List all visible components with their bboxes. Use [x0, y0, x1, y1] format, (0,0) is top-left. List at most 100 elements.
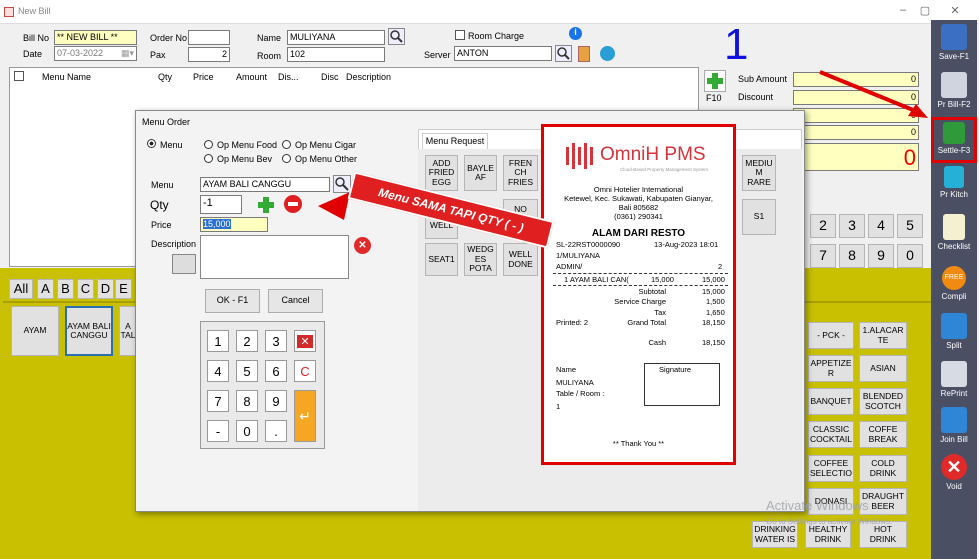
print-kitchen-button[interactable]: Pr Kitch	[931, 166, 977, 199]
key-dot[interactable]: .	[265, 420, 287, 442]
radio-op-food[interactable]	[204, 140, 213, 149]
menu-field[interactable]: AYAM BALI CANGGU	[200, 177, 330, 192]
keyboard-icon[interactable]	[172, 254, 196, 274]
key-1[interactable]: 1	[207, 330, 229, 352]
letter-a[interactable]: A	[37, 279, 54, 299]
bg-key-5[interactable]: 5	[897, 214, 923, 238]
minimize-button[interactable]: –	[893, 4, 913, 18]
calendar-icon[interactable]: ▦▾	[121, 48, 134, 59]
key-2[interactable]: 2	[236, 330, 258, 352]
bg-key-7[interactable]: 7	[810, 244, 836, 268]
key-3[interactable]: 3	[265, 330, 287, 352]
cat-classic-cocktail[interactable]: CLASSIC COCKTAIL	[808, 421, 854, 448]
date-field[interactable]: 07-03-2022 ▦▾	[54, 46, 137, 61]
select-all-checkbox[interactable]	[14, 71, 24, 81]
search-guest-icon[interactable]	[388, 28, 405, 45]
key-0[interactable]: 0	[236, 420, 258, 442]
settle-button[interactable]: Settle-F3	[931, 117, 977, 163]
req-medium-rare[interactable]: MEDIU M RARE	[742, 155, 776, 191]
req-s1[interactable]: S1	[742, 199, 776, 235]
cancel-button[interactable]: Cancel	[268, 289, 323, 313]
radio-op-other[interactable]	[282, 154, 291, 163]
room-field[interactable]: 102	[287, 47, 385, 62]
cat-banquet[interactable]: BANQUET	[808, 388, 854, 415]
server-field[interactable]: ANTON	[454, 46, 552, 61]
print-bill-button[interactable]: Pr Bill-F2	[931, 72, 977, 109]
name-field[interactable]: MULIYANA	[287, 30, 385, 45]
clear-description-icon[interactable]: ✕	[354, 237, 371, 254]
letter-e[interactable]: E	[115, 279, 132, 299]
clipboard-icon[interactable]	[578, 46, 590, 62]
checklist-button[interactable]: Checklist	[931, 214, 977, 251]
receipt-pax: 2	[718, 262, 723, 271]
backspace-key[interactable]: ✕	[294, 330, 316, 352]
key-7[interactable]: 7	[207, 390, 229, 412]
radio-op-cigar[interactable]	[282, 140, 291, 149]
req-well-done[interactable]: WELL DONE	[503, 243, 538, 276]
bg-key-9[interactable]: 9	[868, 244, 894, 268]
req-bayleaf[interactable]: BAYLE AF	[464, 155, 497, 191]
info-icon[interactable]: i	[569, 27, 582, 40]
key-6[interactable]: 6	[265, 360, 287, 382]
qty-plus-icon[interactable]	[256, 195, 276, 215]
room-charge-checkbox[interactable]	[455, 30, 465, 40]
req-french-fries[interactable]: FREN CH FRIES	[503, 155, 538, 191]
key-9[interactable]: 9	[265, 390, 287, 412]
cat-asian[interactable]: ASIAN	[859, 355, 907, 382]
order-no-field[interactable]	[188, 30, 230, 45]
req-seat1[interactable]: SEAT1	[425, 243, 458, 276]
qty-field[interactable]: -1	[200, 195, 242, 214]
cat-coffee-selection[interactable]: COFFEE SELECTIO	[808, 455, 854, 482]
join-bill-button[interactable]: Join Bill	[931, 407, 977, 444]
reprint-button[interactable]: RePrint	[931, 361, 977, 398]
cat-pck[interactable]: - PCK -	[808, 322, 854, 349]
radio-op-other-label: Op Menu Other	[295, 154, 358, 164]
menu-tile-ayam-bali-canggu[interactable]: AYAM BALI CANGGU	[65, 306, 113, 356]
qty-minus-icon[interactable]	[284, 195, 302, 213]
refresh-icon[interactable]	[600, 46, 615, 61]
radio-menu[interactable]	[147, 139, 156, 148]
total-field: 0	[793, 143, 919, 171]
split-button[interactable]: Split	[931, 313, 977, 350]
letter-all[interactable]: All	[9, 279, 33, 299]
save-button[interactable]: Save-F1	[931, 24, 977, 61]
void-button[interactable]: ✕ Void	[931, 454, 977, 491]
tab-menu-request[interactable]: Menu Request	[422, 133, 488, 149]
receipt-grand-label: Grand Total	[627, 318, 666, 327]
maximize-button[interactable]: ▢	[915, 4, 935, 18]
description-field[interactable]	[200, 235, 349, 279]
cat-cold-drink[interactable]: COLD DRINK	[859, 455, 907, 482]
radio-op-bev[interactable]	[204, 154, 213, 163]
letter-b[interactable]: B	[57, 279, 74, 299]
key-clear[interactable]: C	[294, 360, 316, 382]
cat-appetizer[interactable]: APPETIZE R	[808, 355, 854, 382]
ok-button[interactable]: OK - F1	[205, 289, 260, 313]
bg-key-3[interactable]: 3	[839, 214, 865, 238]
add-item-button[interactable]	[704, 70, 726, 92]
key-4[interactable]: 4	[207, 360, 229, 382]
bg-key-0[interactable]: 0	[897, 244, 923, 268]
letter-c[interactable]: C	[77, 279, 94, 299]
cat-alacarte[interactable]: 1.ALACAR TE	[859, 322, 907, 349]
cat-blended-scotch[interactable]: BLENDED SCOTCH	[859, 388, 907, 415]
menu-tile-ayam[interactable]: AYAM	[11, 306, 59, 356]
menu-search-icon[interactable]	[333, 175, 351, 193]
bg-key-8[interactable]: 8	[839, 244, 865, 268]
req-wedges-potato[interactable]: WEDG ES POTA	[464, 243, 497, 276]
price-field[interactable]: 15,000	[200, 217, 268, 232]
key-minus[interactable]: -	[207, 420, 229, 442]
req-add-fried-egg[interactable]: ADD FRIED EGG	[425, 155, 458, 191]
cat-coffe-break[interactable]: COFFE BREAK	[859, 421, 907, 448]
close-button[interactable]: ✕	[945, 4, 965, 18]
search-server-icon[interactable]	[555, 45, 572, 62]
pax-field[interactable]: 2	[188, 47, 230, 62]
bill-no-field[interactable]: ** NEW BILL **	[54, 30, 137, 45]
bg-key-2[interactable]: 2	[810, 214, 836, 238]
enter-key[interactable]: ↵	[294, 390, 316, 442]
key-8[interactable]: 8	[236, 390, 258, 412]
print-bill-label: Pr Bill-F2	[937, 100, 971, 109]
compli-button[interactable]: FREE Compli	[931, 266, 977, 301]
letter-d[interactable]: D	[97, 279, 114, 299]
bg-key-4[interactable]: 4	[868, 214, 894, 238]
key-5[interactable]: 5	[236, 360, 258, 382]
